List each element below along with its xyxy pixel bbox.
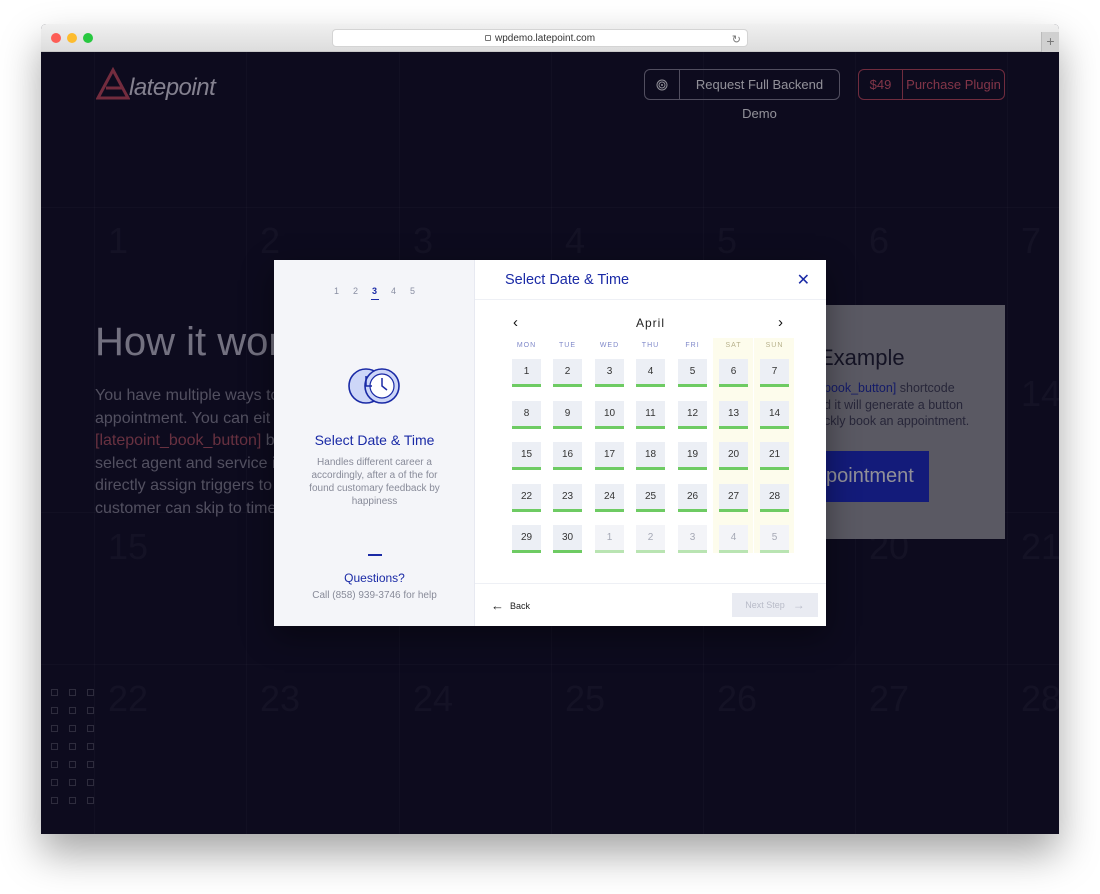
- calendar-day[interactable]: 13: [719, 400, 748, 429]
- booking-modal: 1 2 3 4 5 Select Date & Time Handles dif…: [274, 260, 826, 626]
- calendar-day[interactable]: 30: [553, 525, 582, 553]
- next-step-label: Next Step: [745, 600, 785, 610]
- url-text: wpdemo.latepoint.com: [494, 33, 596, 44]
- calendar-day[interactable]: 12: [678, 400, 707, 429]
- calendar-day[interactable]: 27: [719, 483, 748, 512]
- step-indicator: 1 2 3 4 5: [274, 286, 475, 300]
- reload-icon[interactable]: ↻: [732, 32, 741, 49]
- questions-title: Questions?: [344, 571, 405, 585]
- weekday-label: WED: [599, 342, 620, 349]
- calendar-day[interactable]: 11: [636, 400, 665, 429]
- calendar-day-next-month[interactable]: 5: [760, 525, 789, 553]
- clocks-icon: [348, 368, 400, 404]
- calendar-day[interactable]: 8: [512, 400, 541, 429]
- calendar-day[interactable]: 24: [595, 483, 624, 512]
- calendar-day-next-month[interactable]: 2: [636, 525, 665, 553]
- close-window-button[interactable]: [51, 33, 61, 43]
- calendar-day[interactable]: 15: [512, 442, 541, 470]
- calendar-day[interactable]: 23: [553, 483, 582, 512]
- calendar-day[interactable]: 20: [719, 442, 748, 470]
- weekday-label: SAT: [725, 342, 742, 349]
- step-3-active[interactable]: 3: [370, 286, 379, 300]
- next-step-button[interactable]: Next Step →: [732, 593, 818, 617]
- new-tab-button[interactable]: +: [1041, 32, 1059, 52]
- weekday-label: SUN: [765, 342, 784, 349]
- modal-sidebar: 1 2 3 4 5 Select Date & Time Handles dif…: [274, 260, 475, 626]
- modal-header: Select Date & Time ✕: [475, 260, 826, 300]
- calendar-day[interactable]: 26: [678, 483, 707, 512]
- arrow-left-icon: ←: [491, 598, 504, 613]
- calendar-day[interactable]: 28: [760, 483, 789, 512]
- sidebar-title: Select Date & Time: [314, 432, 435, 448]
- calendar-day[interactable]: 3: [595, 359, 624, 387]
- calendar-day[interactable]: 22: [512, 483, 541, 512]
- browser-titlebar: wpdemo.latepoint.com ↻ +: [41, 24, 1059, 52]
- sidebar-description: Handles different career a accordingly, …: [309, 457, 440, 507]
- calendar-day[interactable]: 21: [760, 442, 789, 470]
- modal-title: Select Date & Time: [505, 272, 630, 288]
- calendar-day[interactable]: 1: [512, 359, 541, 387]
- month-label: April: [635, 316, 665, 330]
- calendar-day[interactable]: 2: [553, 359, 582, 387]
- weekday-label: THU: [641, 342, 660, 349]
- modal-main: Select Date & Time ✕ ‹ April › MON TUE WED…: [475, 260, 826, 626]
- calendar-day[interactable]: 18: [636, 442, 665, 470]
- calendar-day[interactable]: 19: [678, 442, 707, 470]
- weekday-label: MON: [516, 342, 537, 349]
- divider: [368, 554, 382, 556]
- page-content: 1 2 3 4 5 6 7 15 20 21 22 23 24 25 26 27…: [41, 52, 1059, 834]
- close-icon[interactable]: ✕: [797, 270, 810, 290]
- back-label: Back: [510, 601, 531, 611]
- lock-icon: [484, 35, 491, 42]
- calendar-day[interactable]: 25: [636, 483, 665, 512]
- calendar-day-next-month[interactable]: 3: [678, 525, 707, 553]
- calendar-day[interactable]: 16: [553, 442, 582, 470]
- back-button[interactable]: ← Back: [491, 598, 530, 613]
- modal-footer: ← Back Next Step →: [475, 583, 826, 626]
- calendar-day-next-month[interactable]: 4: [719, 525, 748, 553]
- next-month-icon[interactable]: ›: [778, 314, 783, 331]
- weekday-label: TUE: [559, 342, 576, 349]
- calendar-day[interactable]: 6: [719, 359, 748, 387]
- step-2[interactable]: 2: [352, 286, 360, 300]
- calendar-day[interactable]: 10: [595, 400, 624, 429]
- weekday-label: FRI: [685, 342, 700, 349]
- calendar-day[interactable]: 9: [553, 400, 582, 429]
- minimize-window-button[interactable]: [67, 33, 77, 43]
- browser-window: wpdemo.latepoint.com ↻ + 1 2 3 4 5 6 7 1…: [41, 24, 1059, 834]
- step-5[interactable]: 5: [409, 286, 417, 300]
- calendar-day[interactable]: 4: [636, 359, 665, 387]
- address-bar[interactable]: wpdemo.latepoint.com ↻: [332, 29, 748, 47]
- step-1[interactable]: 1: [333, 286, 341, 300]
- questions-phone[interactable]: Call (858) 939-3746 for help: [274, 590, 475, 601]
- calendar-header: ‹ April ›: [475, 314, 826, 332]
- calendar-day[interactable]: 14: [760, 400, 789, 429]
- calendar-day[interactable]: 29: [512, 525, 541, 553]
- calendar-day[interactable]: 5: [678, 359, 707, 387]
- arrow-right-icon: →: [792, 598, 805, 612]
- zoom-window-button[interactable]: [83, 33, 93, 43]
- calendar-day[interactable]: 7: [760, 359, 789, 387]
- calendar-day[interactable]: 17: [595, 442, 624, 470]
- calendar-day-next-month[interactable]: 1: [595, 525, 624, 553]
- step-4[interactable]: 4: [390, 286, 398, 300]
